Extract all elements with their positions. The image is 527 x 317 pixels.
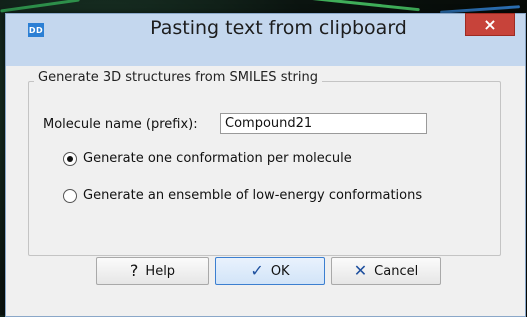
smiles-groupbox [28,81,501,256]
cancel-button[interactable]: ✕ Cancel [331,257,441,285]
groupbox-title: Generate 3D structures from SMILES strin… [34,70,323,85]
help-button-label: Help [145,263,176,279]
cancel-button-label: Cancel [374,263,419,279]
molecule-name-label: Molecule name (prefix): [43,117,198,132]
option-one-conformation[interactable]: Generate one conformation per molecule [63,151,352,166]
background-molecule-bond [300,0,420,12]
radio-selected-icon[interactable] [63,151,77,166]
molecule-name-input[interactable] [220,113,427,134]
ok-button-label: OK [270,263,290,279]
close-button[interactable]: × [465,13,515,36]
checkmark-icon: ✓ [250,261,264,280]
help-icon: ? [129,261,139,280]
dialog-title: Pasting text from clipboard [150,17,407,39]
background-molecule-bond [0,0,80,13]
ok-button[interactable]: ✓ OK [215,257,325,285]
help-button[interactable]: ? Help [96,257,209,285]
radio-unselected-icon[interactable] [63,188,77,203]
option-one-conformation-label: Generate one conformation per molecule [83,151,352,166]
option-ensemble-conformations-label: Generate an ensemble of low-energy confo… [83,188,423,203]
option-ensemble-conformations[interactable]: Generate an ensemble of low-energy confo… [63,188,422,203]
x-icon: ✕ [353,261,368,280]
